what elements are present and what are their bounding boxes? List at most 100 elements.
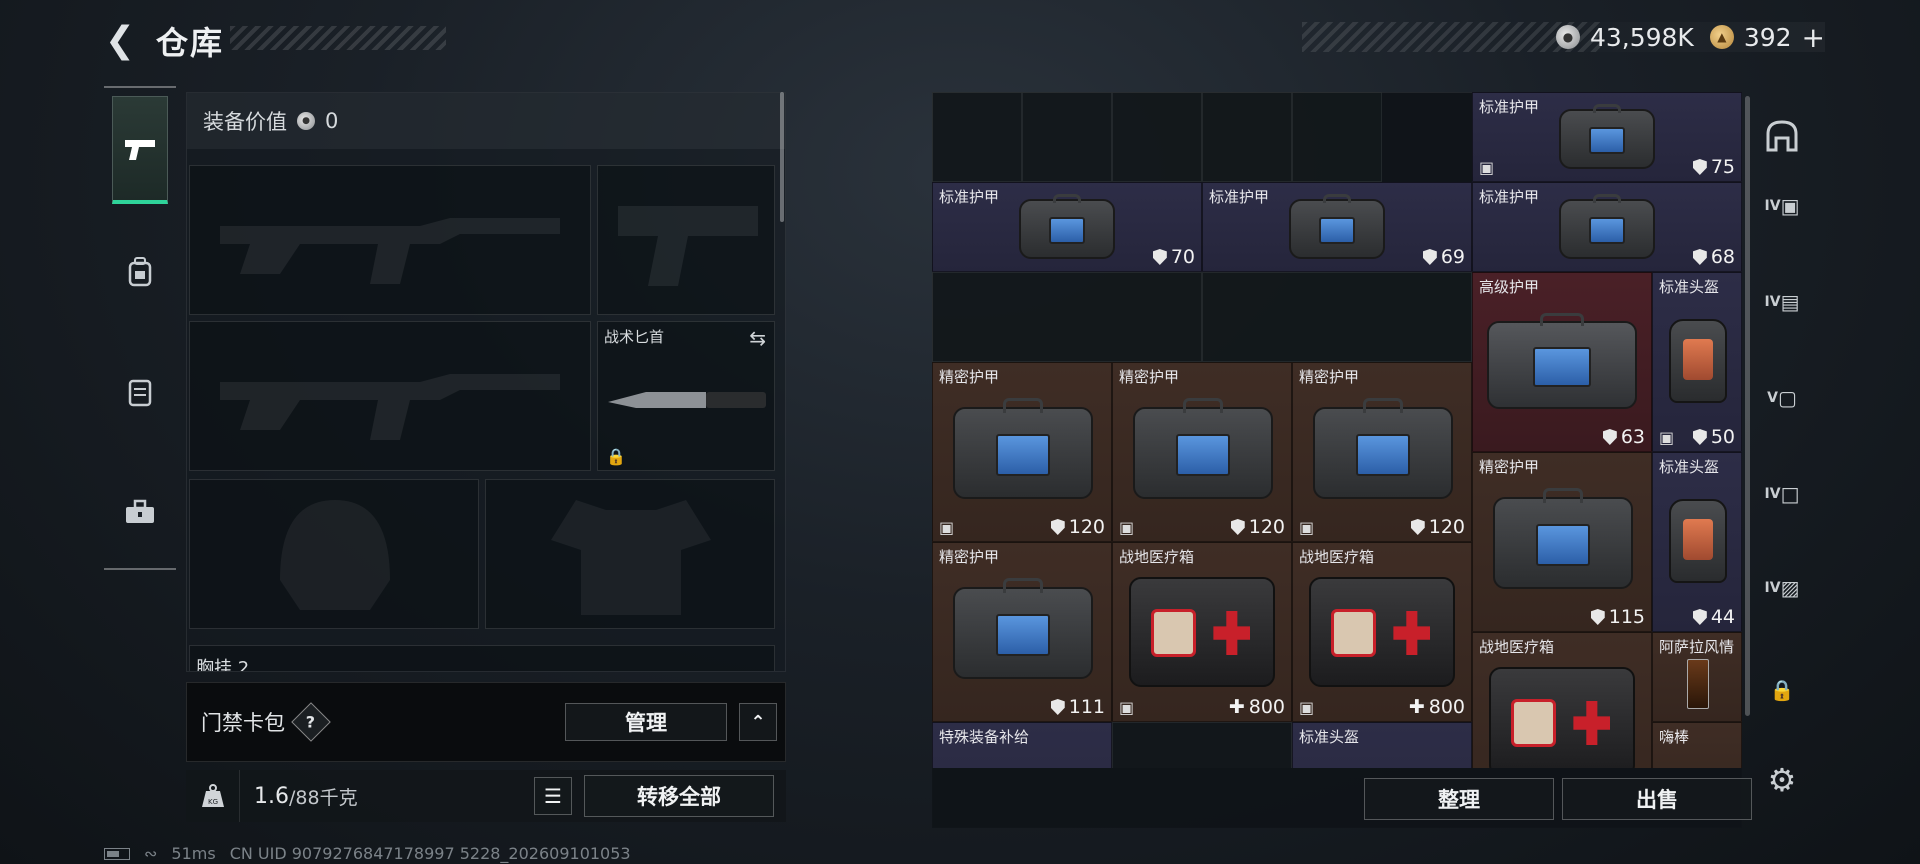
storage-item[interactable]: 特殊装备补给 xyxy=(932,722,1112,768)
item-durability: 111 xyxy=(1050,696,1105,718)
storage-item[interactable]: 标准头盔 ▣ 50 xyxy=(1652,272,1742,452)
item-durability: 120 xyxy=(1230,516,1285,538)
container-tab-3[interactable]: V ▢ xyxy=(1760,376,1804,420)
category-rail xyxy=(104,86,176,570)
empty-cell[interactable] xyxy=(1112,722,1292,768)
medkit-icon xyxy=(1129,577,1275,687)
item-name: 标准护甲 xyxy=(1209,188,1270,206)
storage-item[interactable]: 高级护甲 63 xyxy=(1472,272,1652,452)
helmet-slot[interactable] xyxy=(189,479,479,629)
item-name: 高级护甲 xyxy=(1479,278,1540,296)
item-durability: 44 xyxy=(1692,606,1735,628)
item-name: 精密护甲 xyxy=(1119,368,1180,386)
item-name: 精密护甲 xyxy=(939,548,1000,566)
empty-cell[interactable] xyxy=(1202,272,1472,362)
tab-armor[interactable] xyxy=(112,338,168,446)
storage-item[interactable]: 精密护甲 111 xyxy=(932,542,1112,722)
item-durability: 70 xyxy=(1152,246,1195,268)
storage-item[interactable]: 精密护甲 ▣ 120 xyxy=(1292,362,1472,542)
tab-supplies[interactable] xyxy=(112,458,168,566)
back-button[interactable]: ❮ xyxy=(100,18,140,62)
armor-bag-icon xyxy=(953,398,1093,499)
transfer-all-button[interactable]: 转移全部 xyxy=(584,775,774,817)
storage-item[interactable]: 标准护甲 ▣ 75 xyxy=(1472,92,1742,182)
item-durability: 69 xyxy=(1422,246,1465,268)
item-durability: 68 xyxy=(1692,246,1735,268)
list-view-button[interactable]: ☰ xyxy=(534,777,572,815)
tab-backpack[interactable] xyxy=(112,218,168,326)
item-name: 精密护甲 xyxy=(1299,368,1360,386)
sell-button[interactable]: 出售 xyxy=(1562,778,1752,820)
title-stripe xyxy=(230,26,446,50)
item-uses: ✚ 800 xyxy=(1228,696,1285,718)
storage-item[interactable]: 标准护甲 68 xyxy=(1472,182,1742,272)
storage-item[interactable]: 战地医疗箱 ▣ ✚ 800 xyxy=(1112,542,1292,722)
storage-scrollbar[interactable] xyxy=(1745,96,1750,716)
container-tab-1[interactable]: IV ▣ xyxy=(1760,184,1804,228)
pistol-slot[interactable] xyxy=(597,165,775,315)
secondary-weapon-slot[interactable] xyxy=(189,321,591,471)
lock-icon: 🔒 xyxy=(606,447,626,466)
item-name: 标准护甲 xyxy=(1479,98,1540,116)
item-name: 战地医疗箱 xyxy=(1479,638,1555,656)
expand-up-button[interactable]: ⌃ xyxy=(739,703,777,741)
sort-button[interactable]: 整理 xyxy=(1364,778,1554,820)
helmet-silhouette-icon xyxy=(280,500,390,610)
settings-gear-icon[interactable]: ⚙ xyxy=(1760,758,1804,802)
armor-bag-icon xyxy=(1133,398,1273,499)
weight-bar: KG 1.6 /88千克 ☰ 转移全部 xyxy=(186,770,786,822)
empty-cell[interactable] xyxy=(1022,92,1112,182)
storage-item[interactable]: 精密护甲 ▣ 120 xyxy=(932,362,1112,542)
chest-rig-slot[interactable]: 胸挂 2 xyxy=(189,645,775,671)
armor-bag-icon xyxy=(1313,398,1453,499)
tab-weapons[interactable] xyxy=(112,96,168,204)
no-insurance-icon: ▣ xyxy=(1119,518,1135,537)
medkit-icon xyxy=(1489,667,1635,768)
primary-weapon-slot[interactable] xyxy=(189,165,591,315)
empty-cell[interactable] xyxy=(1292,92,1382,182)
helmet-slot-icon[interactable] xyxy=(1760,114,1804,158)
page-title: 仓库 xyxy=(156,24,225,62)
ping-value: 51ms xyxy=(171,844,216,863)
item-name: 精密护甲 xyxy=(1479,458,1540,476)
empty-cell[interactable] xyxy=(1202,92,1292,182)
storage-item[interactable]: 战地医疗箱 ▣ ✚ 800 xyxy=(1292,542,1472,722)
status-line: ∾ 51ms CN UID 9079276847178997 5228_2026… xyxy=(104,844,631,863)
keycard-bag-label: 门禁卡包 xyxy=(201,711,285,735)
help-icon[interactable]: ? xyxy=(291,702,331,742)
armor-bag-icon xyxy=(1559,194,1655,259)
item-name: 精密护甲 xyxy=(939,368,1000,386)
storage-item[interactable]: 精密护甲 ▣ 120 xyxy=(1112,362,1292,542)
knife-slot[interactable]: 战术匕首 ⇆ 🔒 xyxy=(597,321,775,471)
storage-item[interactable]: 标准头盔 44 xyxy=(1652,452,1742,632)
storage-item[interactable]: 标准护甲 69 xyxy=(1202,182,1472,272)
add-gold-button[interactable]: + xyxy=(1802,21,1825,54)
swap-icon[interactable]: ⇆ xyxy=(749,326,766,350)
storage-item[interactable]: 标准头盔 xyxy=(1292,722,1472,768)
no-insurance-icon: ▣ xyxy=(1299,518,1315,537)
storage-item[interactable]: 标准护甲 70 xyxy=(932,182,1202,272)
storage-item[interactable]: 阿萨拉风情 xyxy=(1652,632,1742,722)
backpack-icon: ▤ xyxy=(1780,290,1800,314)
item-name: 嗨棒 xyxy=(1659,728,1690,746)
empty-cell[interactable] xyxy=(932,272,1202,362)
storage-item[interactable]: 战地医疗箱 xyxy=(1472,632,1652,768)
empty-cell[interactable] xyxy=(1112,92,1202,182)
knife-label: 战术匕首 xyxy=(604,328,665,346)
armor-bag-icon xyxy=(1559,104,1655,169)
storage-item[interactable]: 精密护甲 115 xyxy=(1472,452,1652,632)
armor-slot[interactable] xyxy=(485,479,775,629)
container-tab-4[interactable]: IV □ xyxy=(1760,472,1804,516)
manage-button[interactable]: 管理 xyxy=(565,703,727,741)
empty-cell[interactable] xyxy=(932,92,1022,182)
item-durability: 63 xyxy=(1602,426,1645,448)
pistol-icon xyxy=(125,139,155,160)
storage-item[interactable]: 嗨棒 xyxy=(1652,722,1742,768)
rifle-silhouette-icon xyxy=(220,218,560,284)
equipment-scrollbar[interactable] xyxy=(780,92,784,222)
container-tab-add[interactable]: IV ▨ xyxy=(1760,566,1804,610)
container-tab-2[interactable]: IV ▤ xyxy=(1760,280,1804,324)
item-name: 标准头盔 xyxy=(1659,278,1720,296)
wifi-icon: ∾ xyxy=(144,844,158,863)
equipment-panel: 装备价值 ● 0 战术匕首 ⇆ 🔒 胸挂 2 xyxy=(186,92,786,672)
